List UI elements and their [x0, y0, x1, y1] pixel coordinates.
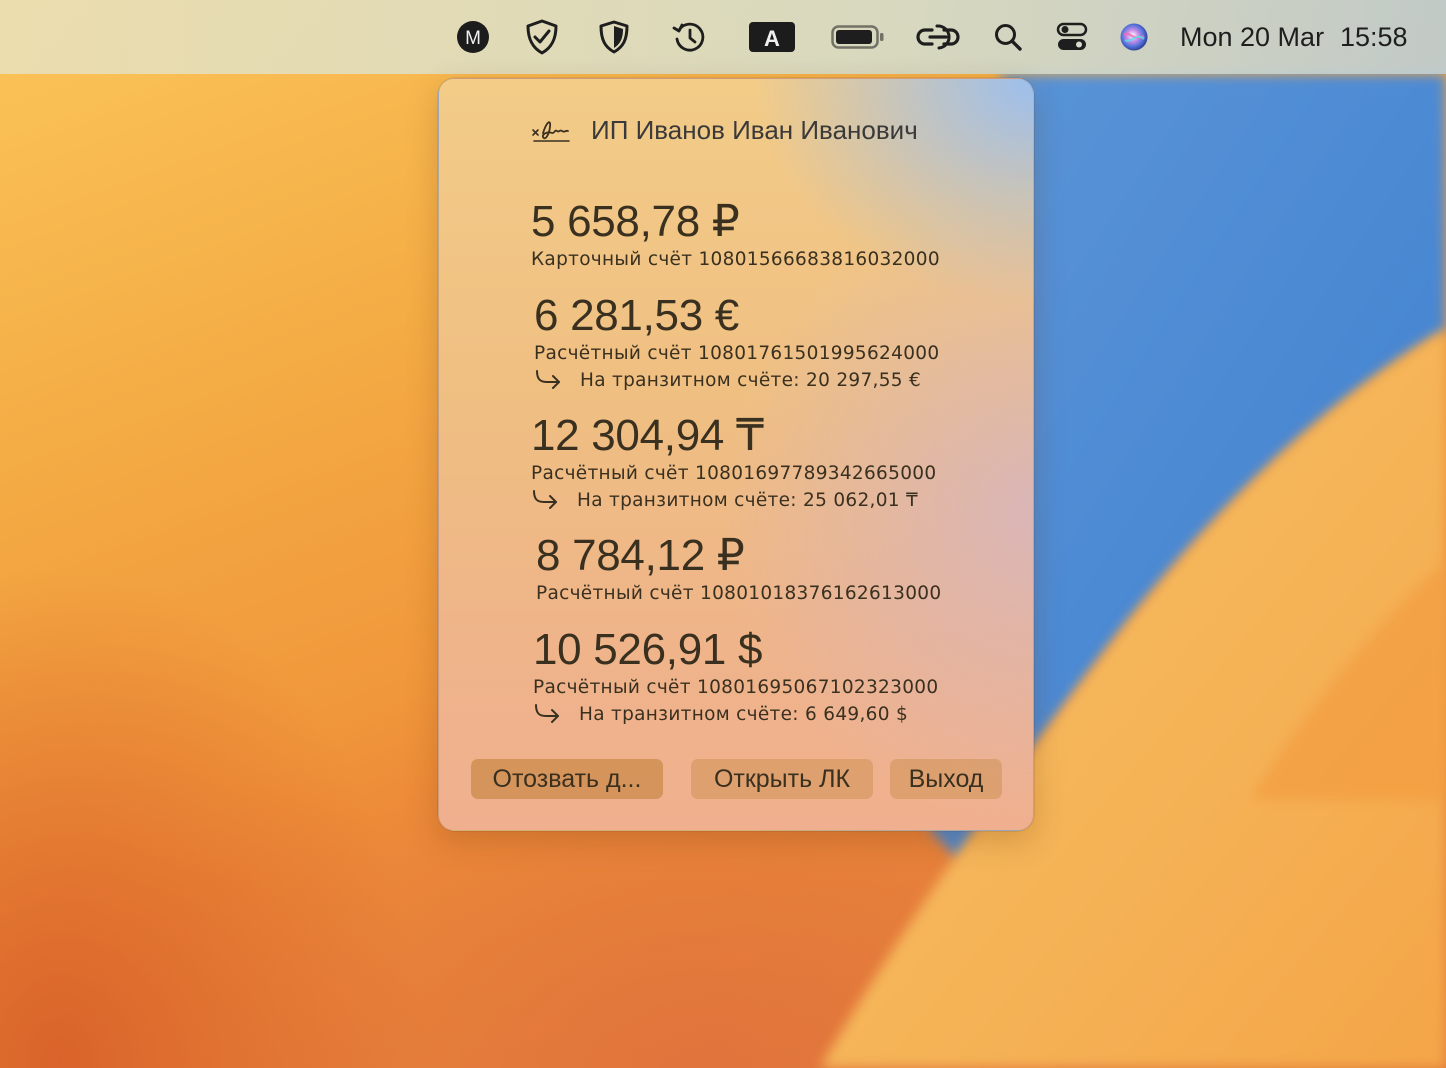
account-item[interactable]: 8 784,12 ₽ Расчётный счёт 10801018376162… [536, 531, 941, 607]
turn-right-arrow-icon [536, 370, 560, 389]
shield-check-icon[interactable] [522, 18, 562, 56]
account-item[interactable]: 5 658,78 ₽ Карточный счёт 10801566683816… [531, 197, 940, 273]
m-app-icon[interactable]: M [455, 18, 491, 56]
turn-right-arrow-icon [535, 704, 559, 723]
transit-amount: На транзитном счёте: 20 297,55 € [580, 369, 922, 391]
account-amount: 5 658,78 ₽ [531, 197, 740, 246]
account-item[interactable]: 10 526,91 $ Расчётный счёт 1080169506710… [533, 625, 938, 727]
battery-icon[interactable] [831, 18, 885, 56]
menu-bar: M A Mon 20 Mar 15:58 [0, 0, 1446, 74]
open-cabinet-button[interactable]: Открыть ЛК [691, 759, 873, 799]
account-item[interactable]: 12 304,94 ₸ Расчётный счёт 1080169778934… [531, 411, 936, 513]
transit-amount: На транзитном счёте: 25 062,01 ₸ [577, 489, 919, 511]
menubar-date[interactable]: Mon 20 Mar [1180, 18, 1324, 56]
svg-text:A: A [764, 26, 780, 51]
link-icon[interactable] [915, 18, 961, 56]
siri-icon[interactable] [1118, 18, 1150, 56]
owner-name: ИП Иванов Иван Иванович [591, 114, 918, 145]
transit-row: На транзитном счёте: 6 649,60 $ [533, 701, 938, 727]
account-label: Расчётный счёт 10801018376162613000 [536, 583, 942, 604]
account-amount: 12 304,94 ₸ [531, 411, 764, 460]
turn-right-arrow-icon [533, 490, 557, 509]
account-label: Расчётный счёт 10801761501995624000 [534, 343, 940, 364]
svg-text:M: M [465, 28, 481, 49]
popup-header: ИП Иванов Иван Иванович [531, 113, 918, 147]
account-amount: 8 784,12 ₽ [536, 531, 745, 580]
transit-row: На транзитном счёте: 25 062,01 ₸ [531, 487, 936, 513]
account-amount: 6 281,53 € [534, 291, 739, 340]
menubar-time[interactable]: 15:58 [1340, 18, 1408, 56]
transit-row: На транзитном счёте: 20 297,55 € [534, 367, 939, 393]
accounts-popup: ИП Иванов Иван Иванович 5 658,78 ₽ Карто… [438, 78, 1034, 831]
search-icon[interactable] [992, 18, 1024, 56]
control-center-icon[interactable] [1055, 18, 1089, 56]
signature-icon [532, 121, 570, 142]
exit-button[interactable]: Выход [890, 759, 1002, 799]
account-label: Расчётный счёт 10801697789342665000 [531, 463, 937, 484]
account-item[interactable]: 6 281,53 € Расчётный счёт 10801761501995… [534, 291, 939, 393]
time-machine-icon[interactable] [670, 18, 708, 56]
shield-icon[interactable] [596, 18, 632, 56]
account-amount: 10 526,91 $ [533, 625, 763, 674]
revoke-button[interactable]: Отозвать д... [471, 759, 663, 799]
keyboard-input-a-icon[interactable]: A [749, 18, 795, 56]
account-label: Карточный счёт 10801566683816032000 [531, 249, 940, 270]
transit-amount: На транзитном счёте: 6 649,60 $ [579, 703, 909, 725]
account-label: Расчётный счёт 10801695067102323000 [533, 677, 939, 698]
